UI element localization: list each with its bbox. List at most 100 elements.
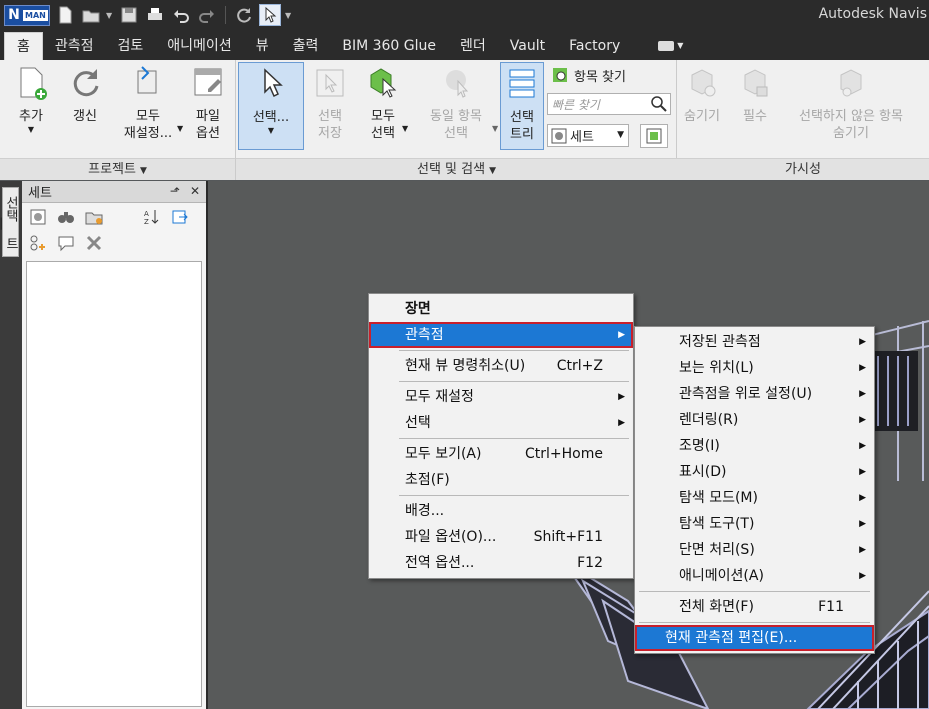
submenu-item-saved-viewpoints[interactable]: 저장된 관측점 ▶	[635, 329, 874, 355]
save-selection-icon	[310, 62, 350, 104]
camera-icon	[658, 41, 675, 51]
require-button[interactable]: 필수	[733, 62, 777, 125]
submenu-arrow-icon: ▶	[618, 392, 625, 402]
delete-icon[interactable]	[84, 233, 104, 253]
tab-output[interactable]: 출력	[281, 32, 331, 60]
tab-animation[interactable]: 애니메이션	[155, 32, 243, 60]
open-folder-icon[interactable]	[80, 4, 102, 26]
selection-tree-button[interactable]: 선택 트리	[500, 62, 544, 150]
panel-project: 추가 ▼ 갱신 모두 재설정... ▼ 파일 옵션 프로젝트 ▼	[0, 60, 236, 180]
submenu-item-rendering[interactable]: 렌더링(R) ▶	[635, 407, 874, 433]
panel-project-label[interactable]: 프로젝트 ▼	[0, 158, 235, 180]
menu-item-select[interactable]: 선택 ▶	[369, 410, 633, 436]
redo-icon[interactable]	[196, 4, 218, 26]
hide-unselected-button[interactable]: 선택하지 않은 항목 숨기기	[781, 62, 921, 142]
tab-review[interactable]: 검토	[106, 32, 156, 60]
select-button[interactable]: 선택... ▼	[238, 62, 304, 150]
selection-tree-side-tab[interactable]: 선택 트리	[0, 187, 19, 257]
reset-all-button[interactable]: 모두 재설정...	[118, 62, 178, 142]
pin-icon[interactable]: ⬏	[170, 184, 180, 198]
sort-icon[interactable]: AZ	[142, 207, 162, 227]
submenu-item-edit-current-viewpoint[interactable]: 현재 관측점 편집(E)...	[635, 625, 874, 651]
menu-item-reset-all[interactable]: 모두 재설정 ▶	[369, 384, 633, 410]
chevron-down-icon[interactable]: ▼	[106, 11, 114, 20]
menu-item-file-options-label: 파일 옵션(O)...	[405, 529, 497, 545]
submenu-item-look-from[interactable]: 보는 위치(L) ▶	[635, 355, 874, 381]
menu-item-undo-view[interactable]: 현재 뷰 명령취소(U) Ctrl+Z	[369, 353, 633, 379]
refresh-icon[interactable]	[233, 4, 255, 26]
submenu-arrow-icon: ▶	[859, 389, 866, 399]
import-export-icon[interactable]	[170, 207, 190, 227]
refresh-button[interactable]: 갱신	[62, 62, 108, 125]
customize-dropdown-icon[interactable]: ▼	[285, 11, 293, 20]
add-button[interactable]: 추가 ▼	[8, 62, 54, 135]
comment-icon[interactable]	[56, 233, 76, 253]
binoculars-icon[interactable]	[56, 207, 76, 227]
menu-divider	[639, 591, 870, 592]
menu-item-viewpoint[interactable]: 관측점 ▶	[369, 322, 633, 348]
app-logo[interactable]: N MAN	[4, 4, 50, 26]
selection-tree-label-2: 트리	[510, 127, 534, 142]
tab-home[interactable]: 홈	[4, 32, 43, 60]
submenu-arrow-icon: ▶	[618, 418, 625, 428]
menu-item-focus[interactable]: 초점(F)	[369, 467, 633, 493]
save-selection-set-icon[interactable]	[28, 207, 48, 227]
submenu-item-navigation-tools[interactable]: 탐색 도구(T) ▶	[635, 511, 874, 537]
submenu-item-lighting[interactable]: 조명(I) ▶	[635, 433, 874, 459]
submenu-item-full-screen[interactable]: 전체 화면(F) F11	[635, 594, 874, 620]
print-icon[interactable]	[144, 4, 166, 26]
manage-sets-icon	[646, 128, 662, 144]
select-cursor-icon[interactable]	[259, 4, 281, 26]
chevron-down-icon[interactable]: ▼	[402, 124, 408, 133]
manage-sets-button[interactable]	[640, 124, 668, 148]
menu-item-undo-view-shortcut: Ctrl+Z	[556, 358, 603, 374]
select-same-button[interactable]: 동일 항목 선택	[416, 62, 496, 142]
add-file-icon	[11, 62, 51, 104]
side-strip: 선택 트리	[0, 181, 22, 709]
new-file-icon[interactable]	[54, 4, 76, 26]
close-icon[interactable]: ✕	[190, 184, 200, 198]
chevron-down-icon[interactable]: ▼	[177, 124, 183, 133]
add-comment-icon[interactable]	[28, 233, 48, 253]
tab-bim360[interactable]: BIM 360 Glue	[330, 32, 448, 60]
undo-icon[interactable]	[170, 4, 192, 26]
submenu-arrow-icon: ▶	[859, 545, 866, 555]
tab-viewpoint[interactable]: 관측점	[43, 32, 106, 60]
save-selection-button[interactable]: 선택 저장	[308, 62, 352, 142]
panel-visibility-label[interactable]: 가시성	[677, 158, 929, 180]
menu-item-background[interactable]: 배경...	[369, 498, 633, 524]
sets-dropdown[interactable]: 세트 ▼	[547, 124, 629, 147]
file-options-button[interactable]: 파일 옵션	[186, 62, 230, 142]
menu-item-scene[interactable]: 장면	[369, 296, 633, 322]
new-folder-icon[interactable]	[84, 207, 104, 227]
quick-find-input[interactable]: 빠른 찾기	[547, 93, 671, 115]
menu-item-file-options[interactable]: 파일 옵션(O)... Shift+F11	[369, 524, 633, 550]
search-icon[interactable]	[650, 95, 668, 113]
app-title: Autodesk Navis	[818, 6, 927, 22]
menu-divider	[399, 350, 629, 351]
submenu-arrow-icon: ▶	[859, 337, 866, 347]
tab-render[interactable]: 렌더	[448, 32, 498, 60]
save-icon[interactable]	[118, 4, 140, 26]
submenu-item-navigation-mode[interactable]: 탐색 모드(M) ▶	[635, 485, 874, 511]
menu-item-background-label: 배경...	[405, 503, 445, 519]
tab-factory[interactable]: Factory	[557, 32, 632, 60]
submenu-item-display[interactable]: 표시(D) ▶	[635, 459, 874, 485]
menu-item-view-all[interactable]: 모두 보기(A) Ctrl+Home	[369, 441, 633, 467]
submenu-item-sectioning[interactable]: 단면 처리(S) ▶	[635, 537, 874, 563]
hide-button[interactable]: 숨기기	[677, 62, 727, 125]
tab-vault[interactable]: Vault	[498, 32, 557, 60]
ribbon-display-options[interactable]: ▼	[646, 32, 695, 60]
panel-select-label[interactable]: 선택 및 검색 ▼	[236, 158, 677, 180]
menu-item-viewpoint-label: 관측점	[405, 327, 444, 343]
submenu-item-set-viewpoint-up[interactable]: 관측점을 위로 설정(U) ▶	[635, 381, 874, 407]
select-all-button[interactable]: 모두 선택	[358, 62, 408, 142]
find-items-button[interactable]: 항목 찾기	[550, 65, 626, 85]
tab-view[interactable]: 뷰	[244, 32, 281, 60]
menu-item-focus-label: 초점(F)	[405, 472, 450, 488]
select-same-label-2: 선택	[444, 126, 468, 141]
chevron-down-icon[interactable]: ▼	[492, 124, 498, 133]
sets-list[interactable]	[26, 261, 202, 707]
submenu-item-animation[interactable]: 애니메이션(A) ▶	[635, 563, 874, 589]
menu-item-global-options[interactable]: 전역 옵션... F12	[369, 550, 633, 576]
